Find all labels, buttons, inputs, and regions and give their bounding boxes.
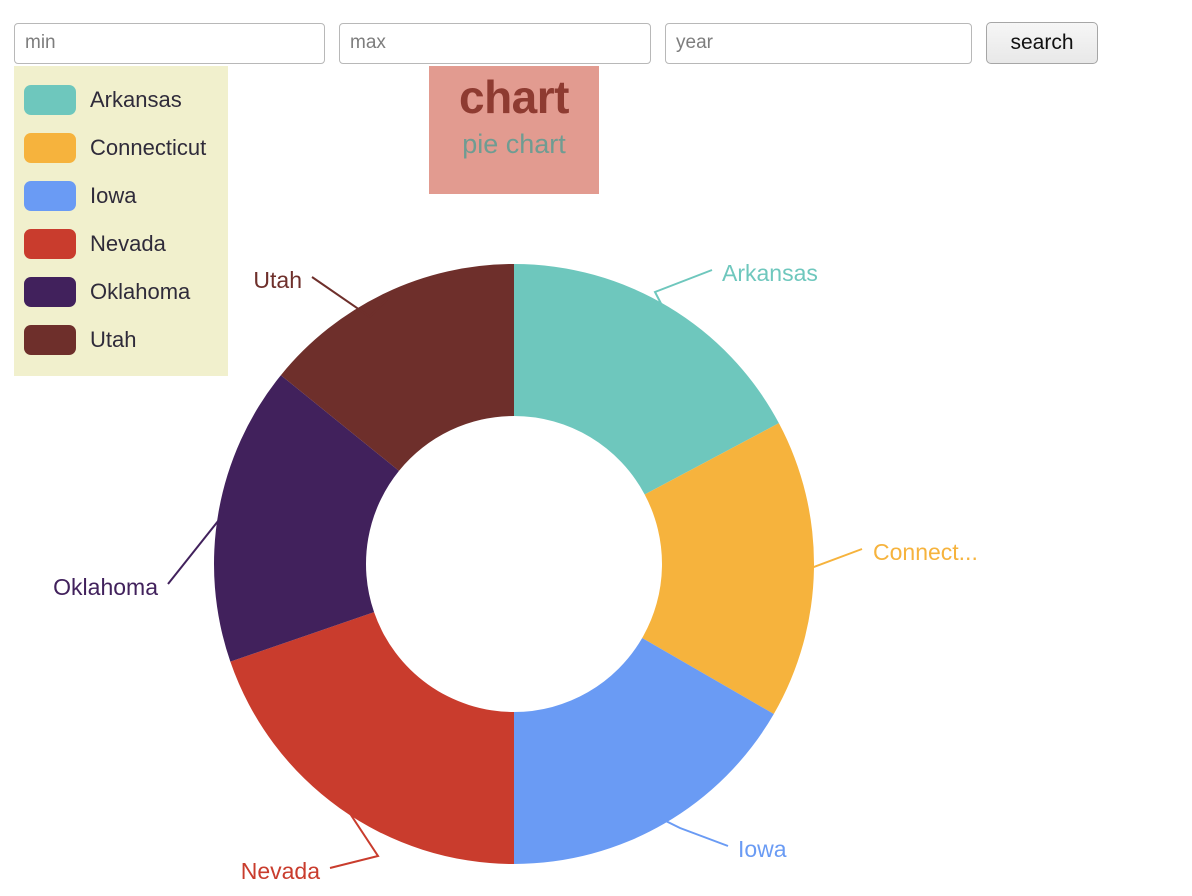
legend-item[interactable]: Arkansas bbox=[14, 76, 228, 124]
page-title: chart bbox=[459, 71, 569, 123]
pie-slice[interactable] bbox=[230, 612, 514, 865]
pie-slice-label: Nevada bbox=[241, 858, 320, 884]
legend-item[interactable]: Iowa bbox=[14, 172, 228, 220]
legend-swatch-icon bbox=[24, 133, 76, 163]
chart-legend: Arkansas Connecticut Iowa Nevada Oklahoma Uta… bbox=[14, 66, 228, 376]
pie-slice-label: Arkansas bbox=[722, 260, 818, 286]
legend-swatch-icon bbox=[24, 325, 76, 355]
legend-item-label: Nevada bbox=[90, 231, 166, 256]
legend-swatch-icon bbox=[24, 229, 76, 259]
page-subtitle: pie chart bbox=[462, 129, 566, 160]
chart-title-card: chart pie chart bbox=[429, 66, 599, 194]
legend-item-label: Utah bbox=[90, 327, 137, 352]
legend-item-label: Arkansas bbox=[90, 87, 182, 112]
legend-item-label: Connecticut bbox=[90, 135, 207, 160]
pie-slice-label: Iowa bbox=[738, 836, 787, 862]
pie-slice-label: Utah bbox=[253, 267, 302, 293]
legend-item[interactable]: Oklahoma bbox=[14, 268, 228, 316]
legend-item[interactable]: Utah bbox=[14, 316, 228, 364]
pie-slice-label: Connect... bbox=[873, 539, 978, 565]
pie-slice-label: Oklahoma bbox=[53, 574, 158, 600]
legend-item[interactable]: Connecticut bbox=[14, 124, 228, 172]
pie-label-leader-line bbox=[311, 276, 389, 319]
legend-item-label: Oklahoma bbox=[90, 279, 191, 304]
legend-swatch-icon bbox=[24, 277, 76, 307]
legend-swatch-icon bbox=[24, 85, 76, 115]
pie-label-leader-line bbox=[807, 548, 863, 571]
legend-item[interactable]: Nevada bbox=[14, 220, 228, 268]
legend-swatch-icon bbox=[24, 181, 76, 211]
legend-item-label: Iowa bbox=[90, 183, 137, 208]
pie-label-leader-line bbox=[660, 817, 729, 847]
